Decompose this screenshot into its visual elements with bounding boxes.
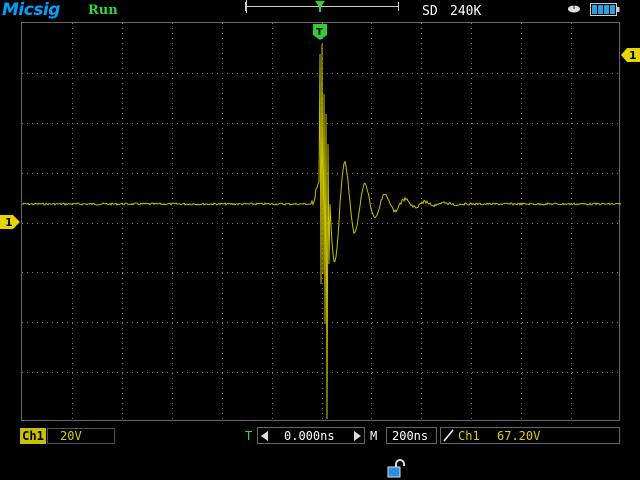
ch1-offset-marker[interactable]: 1	[0, 215, 20, 229]
rising-edge-icon	[443, 429, 454, 442]
ch1-tag[interactable]: Ch1	[20, 428, 46, 444]
graticule	[22, 23, 621, 422]
brand-logo: Micsig	[2, 0, 60, 20]
battery-icon	[590, 3, 620, 16]
ch1-waveform-trace	[22, 43, 621, 420]
ch1-marker-label: 1	[5, 216, 13, 229]
time-offset-decrease-icon[interactable]	[261, 431, 268, 441]
ch1-volts-per-div: 20V	[60, 429, 82, 443]
memory-window-left	[246, 0, 247, 13]
trigger-position-indicator	[315, 1, 325, 12]
timebase-label: M	[370, 429, 378, 443]
waveform-display[interactable]	[21, 22, 621, 422]
timebase-value: 200ns	[392, 429, 429, 443]
trigger-time-marker[interactable]: T	[313, 24, 327, 40]
time-offset-increase-icon[interactable]	[354, 431, 361, 441]
trigger-level-value: 67.20V	[497, 429, 541, 443]
trigger-level-marker[interactable]: 1	[621, 48, 640, 62]
trigger-time-label: T	[316, 27, 323, 38]
time-offset-label: T	[245, 429, 253, 443]
top-status-bar: Micsig Run SD 240K	[0, 0, 640, 22]
sample-depth[interactable]: 240K	[450, 4, 481, 19]
acquisition-mode[interactable]: SD	[422, 4, 438, 19]
mouse-icon	[568, 5, 580, 13]
run-status[interactable]: Run	[88, 3, 118, 18]
trigger-level-label: 1	[629, 49, 637, 62]
trigger-source: Ch1	[458, 429, 480, 443]
time-offset-value: 0.000ns	[284, 429, 335, 443]
unlock-icon[interactable]	[387, 459, 407, 478]
